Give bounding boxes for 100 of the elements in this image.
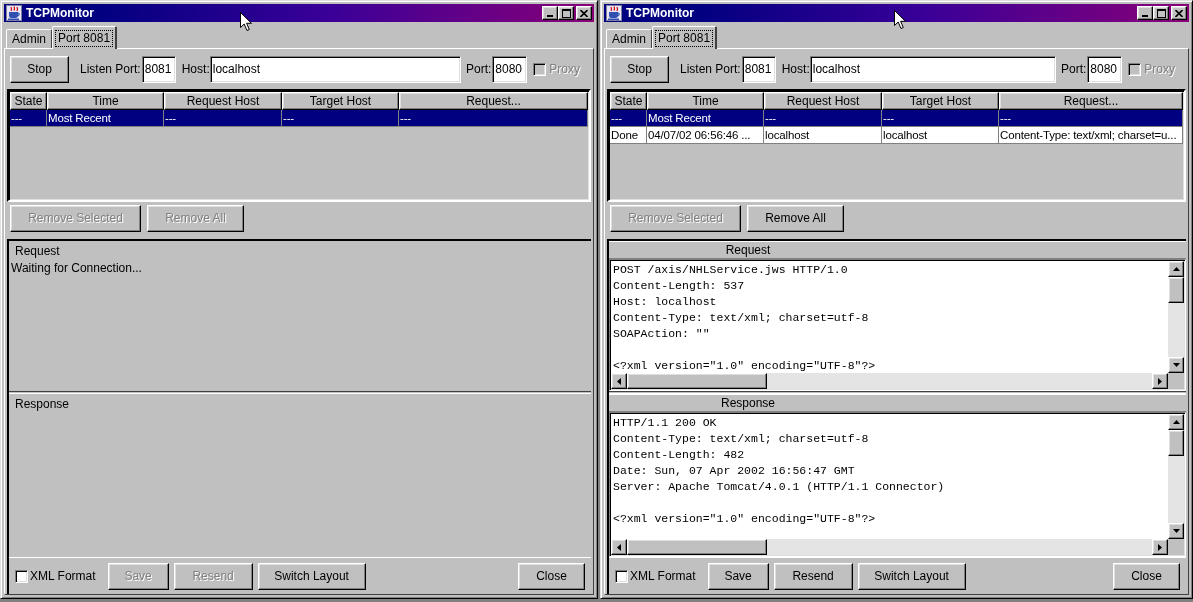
text-line: Content-Length: 537 [613, 278, 745, 294]
host-field[interactable]: localhost [209, 55, 461, 83]
table-cell: --- [882, 110, 999, 126]
scrollbar-thumb[interactable] [627, 373, 767, 389]
text-line: <?xml version="1.0" encoding="UTF-8"?> [613, 358, 876, 373]
resend-button[interactable]: Resend [773, 562, 853, 590]
switch-layout-button[interactable]: Switch Layout [257, 562, 366, 590]
scroll-up-button[interactable] [1168, 261, 1184, 277]
pointer-icon [240, 12, 252, 31]
checkbox-label[interactable]: XML Format [630, 567, 696, 585]
table-row[interactable]: --- Most Recent --- --- --- [610, 110, 1183, 127]
close-window-button[interactable]: Close [518, 562, 585, 590]
checkbox[interactable] [15, 569, 28, 583]
status-message: Waiting for Connection... [10, 260, 142, 277]
remove-all-button[interactable]: Remove All [747, 204, 844, 232]
column-header[interactable]: Target Host [882, 92, 999, 110]
save-button[interactable]: Save [707, 562, 769, 590]
minimize-icon [1142, 15, 1148, 17]
text-area[interactable]: HTTP/1.1 200 OK Content-Type: text/xml; charset=utf-8 Content-Length: 482 Date: Sun, 07 Apr 2002 16:56:47 GMT Server: Apache Tomcat/4.0.1 (HTTP/1.1 Connector) <?xml version="1.0" encoding="UTF-8"?> [611, 414, 1168, 539]
table-cell: --- [164, 110, 282, 126]
table-cell: --- [399, 110, 588, 126]
scroll-left-button[interactable] [611, 539, 627, 555]
table-cell: --- [282, 110, 399, 126]
checkbox[interactable] [615, 569, 628, 583]
column-header[interactable]: Time [647, 92, 764, 110]
tab[interactable]: Port 8081 [652, 26, 718, 49]
table-row[interactable]: --- Most Recent --- --- --- [10, 110, 588, 127]
field-label: Port: [1060, 61, 1087, 78]
minimize-button[interactable] [1137, 6, 1153, 20]
text-line: POST /axis/NHLService.jws HTTP/1.0 [613, 262, 848, 278]
scroll-down-button[interactable] [1168, 523, 1184, 539]
text-line: Date: Sun, 07 Apr 2002 16:56:47 GMT [613, 463, 855, 479]
horizontal-scrollbar[interactable] [611, 539, 1168, 555]
host-field[interactable]: localhost [809, 55, 1056, 83]
horizontal-scrollbar[interactable] [611, 373, 1168, 389]
close-icon [1175, 9, 1183, 17]
table-cell: localhost [764, 127, 882, 143]
table-cell: localhost [882, 127, 999, 143]
column-header[interactable]: Target Host [282, 92, 399, 110]
checkbox-label[interactable]: XML Format [30, 567, 96, 585]
switch-layout-button[interactable]: Switch Layout [857, 562, 966, 590]
close-icon [580, 9, 588, 17]
close-button[interactable] [1171, 6, 1187, 20]
pane-title: Response [719, 395, 776, 412]
pane-title: Request [14, 243, 60, 259]
text-area[interactable]: POST /axis/NHLService.jws HTTP/1.0 Content-Length: 537 Host: localhost Content-Type: text/xml; charset=utf-8 SOAPAction: "" <?xml version="1.0" encoding="UTF-8"?> [611, 261, 1168, 373]
table-cell: Content-Type: text/xml; charset=u... [999, 127, 1183, 143]
maximize-icon [561, 8, 571, 18]
scroll-left-button[interactable] [611, 373, 627, 389]
column-header[interactable]: Request Host [164, 92, 282, 110]
scroll-right-button[interactable] [1152, 539, 1168, 555]
column-header[interactable]: Request... [999, 92, 1183, 110]
column-header[interactable]: State [10, 92, 47, 110]
table-cell: Done [610, 127, 647, 143]
stop-button[interactable]: Stop [610, 55, 669, 83]
column-header[interactable]: State [610, 92, 647, 110]
table-cell: --- [610, 110, 647, 126]
maximize-button[interactable] [1153, 6, 1169, 20]
arrow-right-icon [1158, 377, 1162, 385]
table-cell: --- [999, 110, 1183, 126]
field-label: Listen Port: [680, 61, 741, 78]
port-field[interactable]: 8080 [492, 55, 528, 83]
tab[interactable]: Admin [606, 29, 652, 48]
listen-port-field[interactable]: 8081 [141, 55, 176, 83]
column-header[interactable]: Request Host [764, 92, 882, 110]
text-line: Host: localhost [613, 294, 717, 310]
scrollbar-thumb[interactable] [1168, 430, 1184, 456]
minimize-button[interactable] [542, 6, 558, 20]
close-window-button[interactable]: Close [1113, 562, 1180, 590]
maximize-button[interactable] [558, 6, 574, 20]
table-cell: 04/07/02 06:56:46 ... [647, 127, 764, 143]
arrow-down-icon [1172, 363, 1180, 367]
text-line: <?xml version="1.0" encoding="UTF-8"?> [613, 511, 876, 527]
maximize-icon [1156, 8, 1166, 18]
tab[interactable]: Port 8081 [52, 26, 118, 49]
tab[interactable]: Admin [6, 29, 52, 48]
scroll-right-button[interactable] [1152, 373, 1168, 389]
scroll-down-button[interactable] [1168, 357, 1184, 373]
pane-title: Response [14, 396, 70, 412]
column-header[interactable]: Time [47, 92, 164, 110]
table-cell: Most Recent [647, 110, 764, 126]
column-header[interactable]: Request... [399, 92, 588, 110]
scrollbar-thumb[interactable] [627, 539, 767, 555]
field-label: Host: [181, 61, 210, 78]
window-title: TCPMonitor [26, 5, 94, 21]
text-line: Content-Length: 482 [613, 447, 745, 463]
table-row[interactable]: Done 04/07/02 06:56:46 ... localhost localhost Content-Type: text/xml; charset=u... [610, 127, 1183, 144]
field-label: Listen Port: [80, 61, 141, 78]
close-button[interactable] [576, 6, 592, 20]
field-label: Port: [465, 61, 492, 78]
vertical-scrollbar[interactable] [1168, 414, 1184, 539]
arrow-up-icon [1172, 267, 1180, 271]
scroll-up-button[interactable] [1168, 414, 1184, 430]
stop-button[interactable]: Stop [10, 55, 69, 83]
port-field[interactable]: 8080 [1087, 55, 1123, 83]
window-title: TCPMonitor [626, 5, 694, 21]
scrollbar-thumb[interactable] [1168, 277, 1184, 303]
vertical-scrollbar[interactable] [1168, 261, 1184, 373]
listen-port-field[interactable]: 8081 [741, 55, 776, 83]
text-line: HTTP/1.1 200 OK [613, 415, 717, 431]
